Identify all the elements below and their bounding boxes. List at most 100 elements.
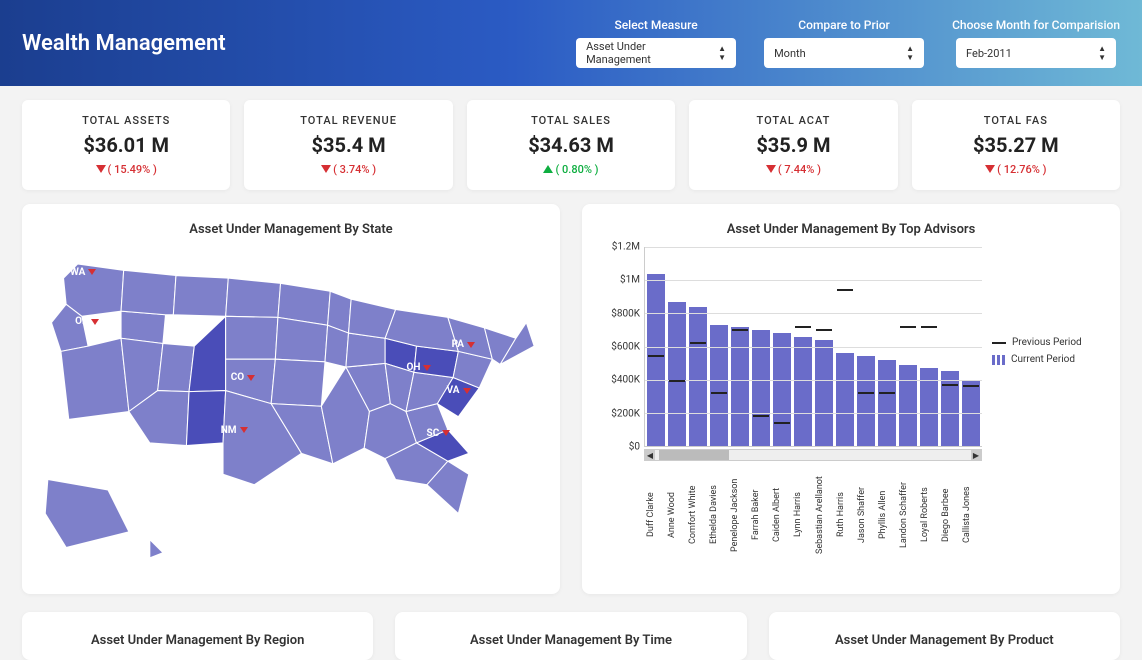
- state-code: OH: [406, 362, 420, 373]
- x-label: Phyllis Allen: [878, 467, 896, 563]
- x-label: Landon Schaffer: [899, 467, 917, 563]
- previous-marker: [837, 289, 853, 291]
- previous-marker: [963, 385, 979, 387]
- kpi-value: $35.4 M: [258, 133, 438, 157]
- scroll-left-icon[interactable]: ◀: [645, 450, 655, 460]
- x-label: Penelope Jackson: [730, 467, 748, 563]
- previous-marker: [858, 392, 874, 394]
- state-label-VA[interactable]: VA: [447, 385, 471, 396]
- previous-marker: [732, 329, 748, 331]
- previous-marker: [879, 392, 895, 394]
- previous-marker: [753, 415, 769, 417]
- current-bar: [689, 307, 707, 446]
- state-label-WA[interactable]: WA: [70, 267, 96, 278]
- kpi-value: $34.63 M: [481, 133, 661, 157]
- kpi-change: ( 12.76% ): [926, 163, 1106, 176]
- select-prior[interactable]: Month ▲▼: [764, 38, 924, 68]
- lower-panel-title: Asset Under Management By Time: [470, 633, 672, 648]
- advisors-chart[interactable]: $0$200K$400K$600K$800K$1M$1.2M: [600, 247, 982, 576]
- lower-panel-0[interactable]: Asset Under Management By Region: [22, 612, 373, 660]
- arrow-down-icon: [442, 430, 450, 436]
- control-measure: Select Measure Asset Under Management ▲▼: [576, 18, 736, 68]
- legend-bar-icon: [992, 355, 1005, 365]
- x-label: Ethelda Davies: [709, 467, 727, 563]
- state-code: CO: [231, 372, 244, 383]
- chevron-updown-icon: ▲▼: [718, 45, 726, 62]
- state-label-OR[interactable]: OR: [75, 316, 99, 327]
- panel-advisors-title: Asset Under Management By Top Advisors: [600, 222, 1102, 237]
- x-label: Comfort White: [688, 467, 706, 563]
- state-code: SC: [427, 428, 440, 439]
- scroll-handle[interactable]: [659, 450, 729, 460]
- plot-area: [644, 247, 982, 447]
- arrow-down-icon: [985, 165, 995, 173]
- x-label: Caiden Albert: [772, 467, 790, 563]
- current-bar: [710, 325, 728, 446]
- map-wrap[interactable]: WA OR CO NM OH PA VA SC: [40, 247, 542, 576]
- lower-panel-1[interactable]: Asset Under Management By Time: [395, 612, 746, 660]
- select-measure[interactable]: Asset Under Management ▲▼: [576, 38, 736, 68]
- control-month: Choose Month for Comparision Feb-2011 ▲▼: [952, 18, 1120, 68]
- control-month-label: Choose Month for Comparision: [952, 18, 1120, 32]
- grid-line: [645, 313, 982, 314]
- kpi-card-0[interactable]: TOTAL ASSETS $36.01 M ( 15.49% ): [22, 100, 230, 190]
- y-tick: $1.2M: [612, 242, 640, 253]
- kpi-card-1[interactable]: TOTAL REVENUE $35.4 M ( 3.74% ): [244, 100, 452, 190]
- grid-line: [645, 347, 982, 348]
- chart-scrollbar[interactable]: ◀ ▶: [644, 449, 982, 461]
- control-prior-label: Compare to Prior: [798, 18, 890, 32]
- legend-line-icon: [992, 342, 1006, 344]
- arrow-down-icon: [240, 427, 248, 433]
- state-code: NM: [221, 425, 237, 436]
- x-label: Callista Jones: [962, 467, 980, 563]
- current-bar: [668, 302, 686, 446]
- panel-map: Asset Under Management By State: [22, 204, 560, 594]
- previous-marker: [774, 422, 790, 424]
- kpi-label: TOTAL SALES: [481, 114, 661, 127]
- scroll-right-icon[interactable]: ▶: [971, 450, 981, 460]
- select-measure-value: Asset Under Management: [586, 40, 710, 66]
- kpi-card-4[interactable]: TOTAL FAS $35.27 M ( 12.76% ): [912, 100, 1120, 190]
- chart-legend: Previous Period Current Period: [992, 247, 1102, 576]
- state-label-SC[interactable]: SC: [427, 428, 451, 439]
- lower-panel-2[interactable]: Asset Under Management By Product: [769, 612, 1120, 660]
- x-label: Duff Clarke: [646, 467, 664, 563]
- x-label: Ruth Harris: [836, 467, 854, 563]
- arrow-down-icon: [463, 388, 471, 394]
- kpi-change: ( 0.80% ): [481, 163, 661, 176]
- select-month[interactable]: Feb-2011 ▲▼: [956, 38, 1116, 68]
- state-label-NM[interactable]: NM: [221, 425, 248, 436]
- y-axis: $0$200K$400K$600K$800K$1M$1.2M: [600, 247, 644, 447]
- kpi-value: $35.27 M: [926, 133, 1106, 157]
- current-bar: [941, 371, 959, 446]
- us-map-svg: [40, 247, 542, 576]
- state-label-PA[interactable]: PA: [452, 339, 475, 350]
- state-code: PA: [452, 339, 464, 350]
- kpi-card-2[interactable]: TOTAL SALES $34.63 M ( 0.80% ): [467, 100, 675, 190]
- previous-marker: [816, 329, 832, 331]
- kpi-change: ( 3.74% ): [258, 163, 438, 176]
- kpi-label: TOTAL REVENUE: [258, 114, 438, 127]
- arrow-up-icon: [543, 165, 553, 173]
- select-prior-value: Month: [774, 47, 806, 60]
- state-label-OH[interactable]: OH: [406, 362, 431, 373]
- state-label-CO[interactable]: CO: [231, 372, 255, 383]
- control-prior: Compare to Prior Month ▲▼: [764, 18, 924, 68]
- current-bar: [773, 333, 791, 446]
- y-tick: $800K: [611, 308, 640, 319]
- kpi-value: $35.9 M: [703, 133, 883, 157]
- advisors-body: $0$200K$400K$600K$800K$1M$1.2M: [600, 247, 1102, 576]
- current-bar: [794, 337, 812, 446]
- kpi-label: TOTAL FAS: [926, 114, 1106, 127]
- kpi-label: TOTAL ASSETS: [36, 114, 216, 127]
- previous-marker: [711, 392, 727, 394]
- lower-panel-title: Asset Under Management By Region: [91, 633, 304, 648]
- grid-line: [645, 380, 982, 381]
- arrow-down-icon: [766, 165, 776, 173]
- header: Wealth Management Select Measure Asset U…: [0, 0, 1142, 86]
- kpi-card-3[interactable]: TOTAL ACAT $35.9 M ( 7.44% ): [689, 100, 897, 190]
- current-bar: [815, 340, 833, 446]
- legend-current: Current Period: [992, 354, 1102, 365]
- grid-line: [645, 413, 982, 414]
- previous-marker: [669, 380, 685, 382]
